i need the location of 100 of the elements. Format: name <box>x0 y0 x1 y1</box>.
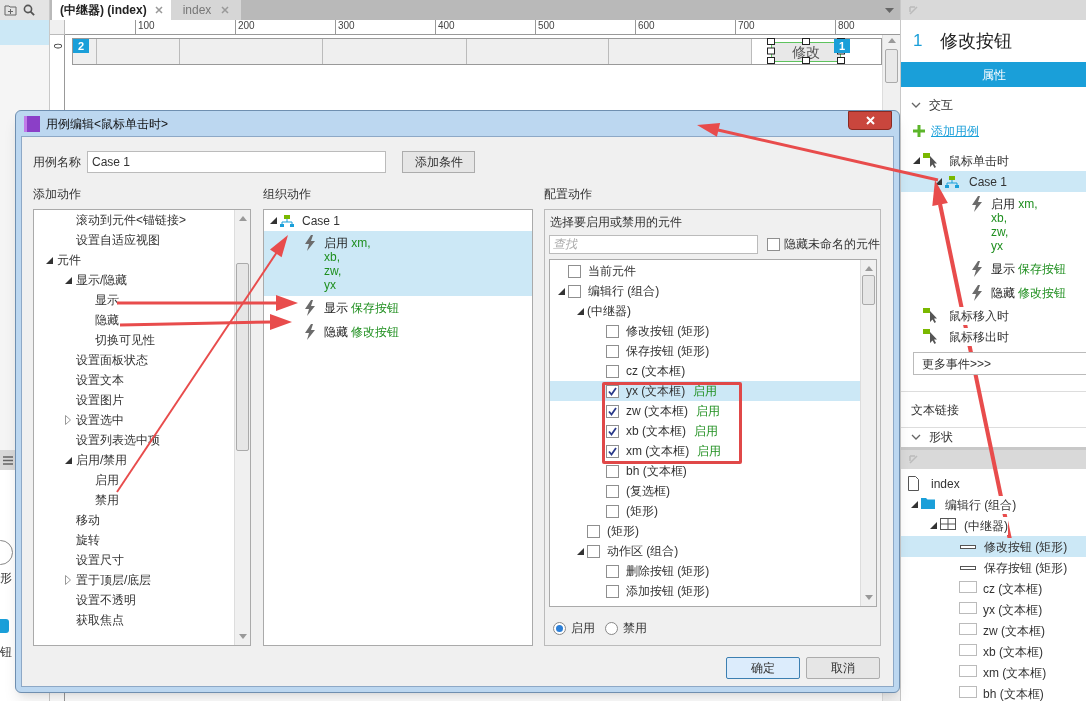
tree-item[interactable]: 删除按钮 (矩形) <box>550 561 860 581</box>
tree-item[interactable]: 置于顶层/底层 <box>34 570 234 590</box>
tree-item[interactable]: 设置不透明 <box>34 590 234 610</box>
layer-item[interactable]: xb (文本框) <box>901 641 1086 662</box>
radio-option[interactable]: 启用 <box>553 619 595 637</box>
close-icon[interactable] <box>221 6 230 14</box>
expanded-triangle-icon[interactable] <box>557 287 565 295</box>
tree-item[interactable]: 启用 <box>34 470 234 490</box>
checkbox[interactable] <box>606 444 619 458</box>
checkbox[interactable] <box>606 464 619 478</box>
radio-button[interactable] <box>605 621 618 635</box>
search-field[interactable]: 查找 <box>549 234 758 254</box>
checkbox[interactable] <box>606 404 619 418</box>
chevron-down-icon[interactable] <box>911 102 921 108</box>
tree-item[interactable]: zw (文本框) 启用 <box>550 401 860 421</box>
tree-item[interactable]: xb (文本框) 启用 <box>550 421 860 441</box>
dropdown-icon[interactable] <box>885 7 894 13</box>
expanded-triangle-icon[interactable] <box>929 522 937 529</box>
radio-button[interactable] <box>553 621 566 635</box>
tree-item[interactable]: 设置自适应视图 <box>34 230 234 250</box>
tree-item[interactable]: 滚动到元件<锚链接> <box>34 210 234 230</box>
checkbox[interactable] <box>606 564 619 578</box>
scrollbar-thumb[interactable] <box>862 275 875 305</box>
scrollbar-thumb[interactable] <box>236 263 249 451</box>
tree-item[interactable]: 保存按钮 (矩形) <box>550 341 860 361</box>
action-item[interactable]: 启用 xm, xb, zw, yx <box>901 192 1086 257</box>
tree-item[interactable]: (复选框) <box>550 481 860 501</box>
tree-item[interactable]: xm (文本框) 启用 <box>550 441 860 461</box>
action-item[interactable]: 启用 xm, xb, zw, yx <box>264 231 532 296</box>
case-item[interactable]: Case 1 <box>264 210 532 231</box>
tree-item[interactable]: 旋转 <box>34 530 234 550</box>
plus-icon[interactable] <box>913 125 925 137</box>
checkbox[interactable] <box>587 544 600 558</box>
expanded-triangle-icon[interactable] <box>269 217 277 224</box>
layer-item[interactable]: 修改按钮 (矩形) <box>901 536 1086 557</box>
layer-item[interactable]: xm (文本框) <box>901 662 1086 683</box>
action-item[interactable]: 显示 保存按钮 <box>901 257 1086 281</box>
layer-item[interactable]: 保存按钮 (矩形) <box>901 557 1086 578</box>
layer-item[interactable]: 编辑行 (组合) <box>901 494 1086 515</box>
checkbox[interactable] <box>606 484 619 498</box>
menu-icon[interactable] <box>3 455 13 465</box>
tree-item[interactable]: 设置图片 <box>34 390 234 410</box>
case-item[interactable]: Case 1 <box>901 171 1086 192</box>
more-events-button[interactable]: 更多事件>>> <box>913 352 1086 375</box>
add-folder-icon[interactable] <box>4 4 17 16</box>
checkbox[interactable] <box>606 324 619 338</box>
add-condition-button[interactable]: 添加条件 <box>402 151 475 173</box>
checkbox[interactable] <box>568 284 581 298</box>
expanded-triangle-icon[interactable] <box>64 456 72 464</box>
tree-item[interactable]: 修改按钮 (矩形) <box>550 321 860 341</box>
action-item[interactable]: 隐藏 修改按钮 <box>264 320 532 344</box>
tree-item[interactable]: 动作区 (组合) <box>550 541 860 561</box>
checkbox[interactable] <box>606 584 619 598</box>
tree-item[interactable]: (矩形) <box>550 501 860 521</box>
tree-item[interactable]: 编辑行 (组合) <box>550 281 860 301</box>
chevron-down-icon[interactable] <box>911 434 921 440</box>
tree-item[interactable]: (中继器) <box>550 301 860 321</box>
tree-item[interactable]: 当前元件 <box>550 261 860 281</box>
checkbox[interactable] <box>568 264 581 278</box>
scroll-down-icon[interactable] <box>864 595 873 600</box>
tree-item[interactable]: 移动 <box>34 510 234 530</box>
tree-item[interactable]: cz (文本框) <box>550 361 860 381</box>
layer-item[interactable]: yx (文本框) <box>901 599 1086 620</box>
checkbox[interactable] <box>606 504 619 518</box>
tree-item[interactable]: yx (文本框) 启用 <box>550 381 860 401</box>
scroll-up-icon[interactable] <box>238 216 247 221</box>
expanded-triangle-icon[interactable] <box>64 276 72 284</box>
ok-button[interactable]: 确定 <box>726 657 800 679</box>
tree-item[interactable]: 启用/禁用 <box>34 450 234 470</box>
expanded-triangle-icon[interactable] <box>912 157 920 164</box>
checkbox[interactable] <box>606 344 619 358</box>
tree-item[interactable]: 设置选中 <box>34 410 234 430</box>
close-button[interactable] <box>848 111 892 130</box>
event-item[interactable]: 鼠标移出时 <box>901 326 1086 347</box>
expanded-triangle-icon[interactable] <box>576 547 584 555</box>
expanded-triangle-icon[interactable] <box>910 501 918 508</box>
layer-item[interactable]: bh (文本框) <box>901 683 1086 701</box>
tree-item[interactable]: 元件 <box>34 250 234 270</box>
tree-item[interactable]: 添加按钮 (矩形) <box>550 581 860 601</box>
checkbox[interactable] <box>606 364 619 378</box>
scroll-up-icon[interactable] <box>887 38 896 43</box>
tree-item[interactable]: (矩形) <box>550 521 860 541</box>
event-item[interactable]: 鼠标移入时 <box>901 305 1086 326</box>
scroll-up-icon[interactable] <box>864 266 873 271</box>
tree-item[interactable]: 获取焦点 <box>34 610 234 630</box>
checkbox[interactable] <box>606 424 619 438</box>
tree-item[interactable]: bh (文本框) <box>550 461 860 481</box>
tab[interactable]: (中继器) (index) <box>52 0 171 20</box>
layer-item[interactable]: index <box>901 473 1086 494</box>
scrollbar-thumb[interactable] <box>885 49 898 83</box>
tree-item[interactable]: 设置面板状态 <box>34 350 234 370</box>
layer-item[interactable]: zw (文本框) <box>901 620 1086 641</box>
tree-item[interactable]: 显示/隐藏 <box>34 270 234 290</box>
cancel-button[interactable]: 取消 <box>806 657 880 679</box>
checkbox[interactable] <box>587 524 600 538</box>
action-item[interactable]: 显示 保存按钮 <box>264 296 532 320</box>
tree-item[interactable]: 切换可见性 <box>34 330 234 350</box>
collapsed-triangle-icon[interactable] <box>65 415 71 425</box>
tree-item[interactable]: 设置尺寸 <box>34 550 234 570</box>
checkbox[interactable] <box>767 237 780 251</box>
